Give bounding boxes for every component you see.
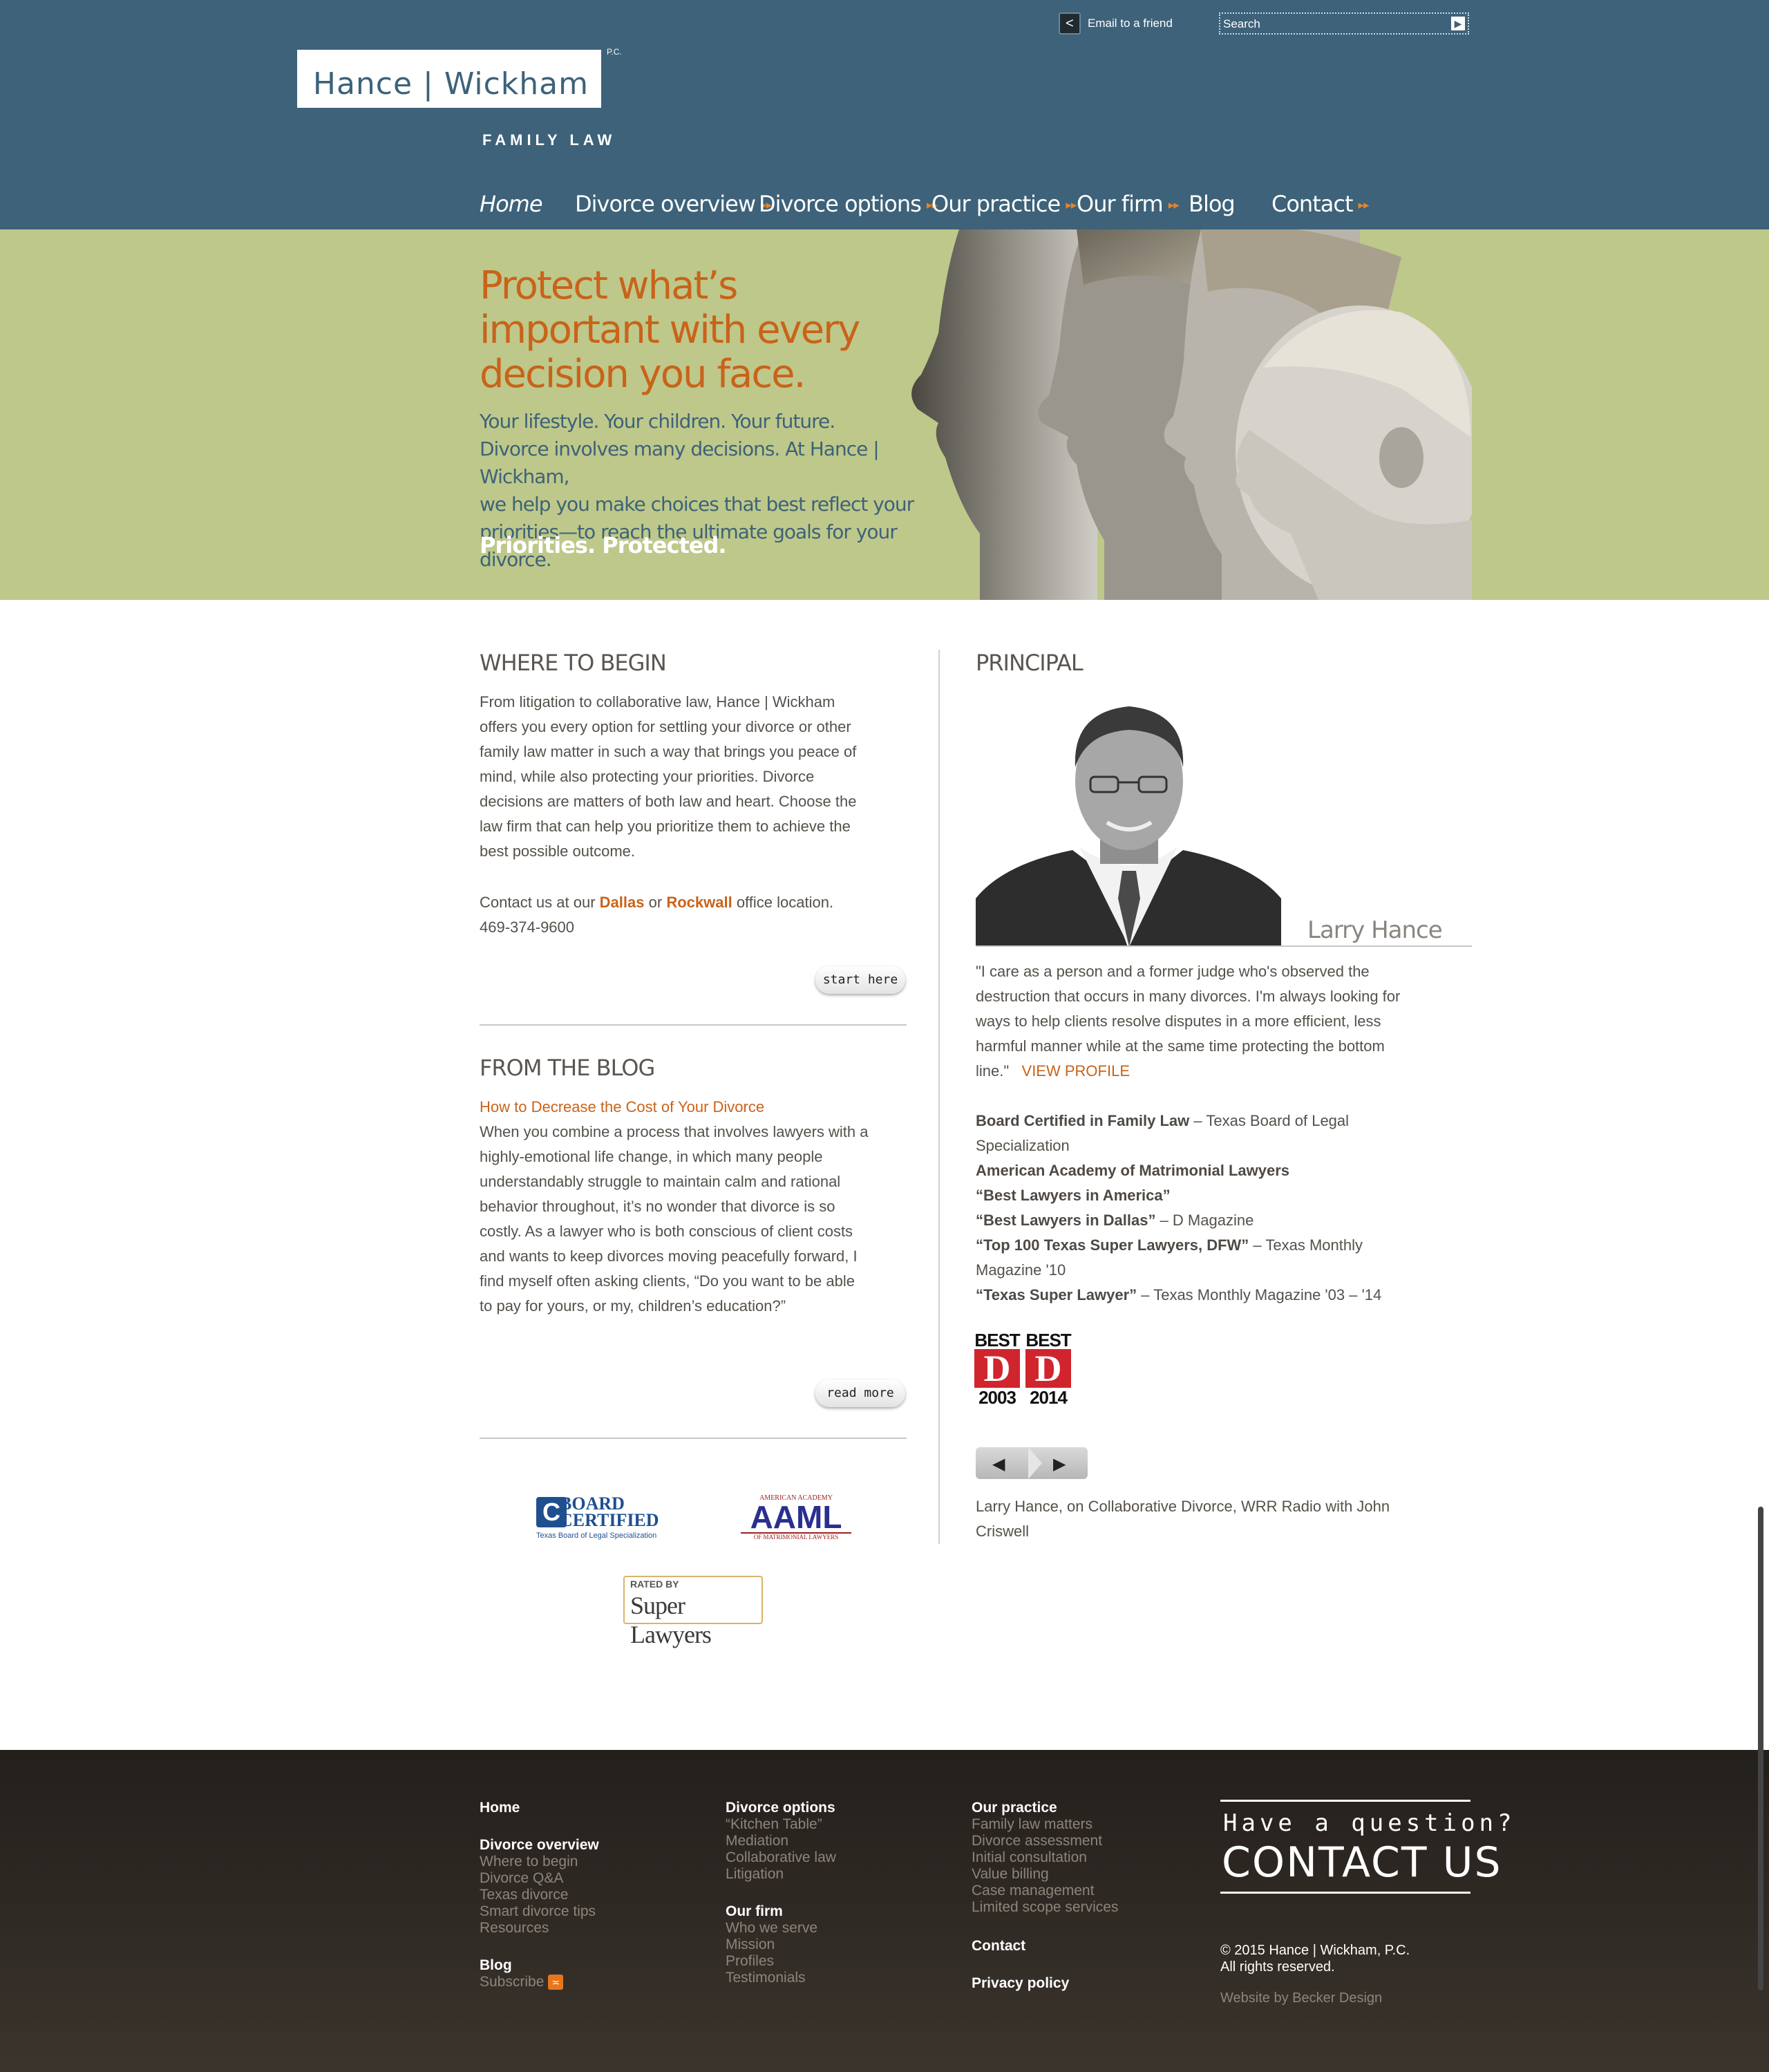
footer-firm-links: Who we serve Mission Profiles Testimonia… [726,1920,818,1986]
credentials-list: Board Certified in Family Law – Texas Bo… [976,1109,1472,1308]
designer-credit-link[interactable]: Website by Becker Design [1220,1990,1382,2006]
contact-locations: Contact us at our Dallas or Rockwall off… [480,890,922,940]
nav-blog[interactable]: Blog [1189,191,1236,217]
principal-quote: "I care as a person and a former judge w… [976,963,1401,1080]
principal-title: PRINCIPAL [976,650,1084,676]
nav-our-practice[interactable]: Our practice ▸▸ [931,191,1077,217]
best-d-award-2003: BEST D 2003 [974,1330,1021,1408]
credential: American Academy of Matrimonial Lawyers [976,1162,1290,1179]
nav-home[interactable]: Home [480,191,542,217]
footer-blog-link[interactable]: Blog [480,1957,512,1974]
credential: “Best Lawyers in America” [976,1187,1171,1204]
divider [480,1438,907,1439]
footer-our-firm-link[interactable]: Our firm [726,1903,783,1920]
nav-divorce-options[interactable]: Divorce options ▸▸ [759,191,938,217]
blog-excerpt: When you combine a process that involves… [480,1123,869,1315]
footer-overview-links: Where to begin Divorce Q&A Texas divorce… [480,1854,596,1936]
column-divider [938,650,940,1544]
dallas-link[interactable]: Dallas [600,894,645,911]
where-to-begin-title: WHERE TO BEGIN [480,650,667,676]
principal-name: Larry Hance [1307,916,1443,944]
footer-divorce-options-link[interactable]: Divorce options [726,1800,835,1816]
footer-our-practice-link[interactable]: Our practice [972,1800,1057,1816]
read-more-button[interactable]: read more [815,1379,905,1407]
logo-subtitle: FAMILY LAW [482,131,616,149]
cta-question: Have a question? [1223,1809,1516,1837]
super-lawyers-badge[interactable]: RATED BY Super Lawyers [623,1576,763,1648]
player-separator [1028,1447,1042,1479]
board-certified-badge[interactable]: C BOARD CERTIFIED Texas Board of Legal S… [536,1494,688,1544]
nav-arrow-icon: ▸▸ [1168,198,1180,212]
logo-pc: P.C. [607,47,622,57]
search-input[interactable] [1223,15,1444,33]
best-d-award-2014: BEST D 2014 [1025,1330,1072,1408]
search-go-icon[interactable]: ▶ [1451,17,1465,30]
credential: “Best Lawyers in Dallas” – D Magazine [976,1212,1254,1229]
footer-options-links: “Kitchen Table” Mediation Collaborative … [726,1816,836,1882]
copyright: © 2015 Hance | Wickham, P.C. All rights … [1220,1943,1410,1975]
footer-subscribe-link[interactable]: Subscribe ≍ [480,1974,564,1990]
nav-divorce-overview[interactable]: Divorce overview ▸▸ [575,191,772,217]
footer-contact-link[interactable]: Contact [972,1938,1025,1955]
logo-name[interactable]: Hance | Wickham [297,66,601,102]
footer-privacy-link[interactable]: Privacy policy [972,1975,1069,1992]
where-to-begin-text: From litigation to collaborative law, Ha… [480,693,857,860]
cta-contact-us[interactable]: CONTACT US [1222,1838,1502,1887]
site-footer [0,1750,1769,2072]
credential: “Top 100 Texas Super Lawyers, DFW” – Tex… [976,1236,1363,1254]
rewind-icon[interactable]: ◀ [992,1454,1005,1474]
from-the-blog-title: FROM THE BLOG [480,1055,655,1081]
footer-practice-links: Family law matters Divorce assessment In… [972,1816,1119,1915]
rss-icon: ≍ [548,1975,564,1990]
media-caption: Larry Hance, on Collaborative Divorce, W… [976,1498,1390,1540]
email-friend-link[interactable]: Email to a friend [1088,17,1173,30]
blog-post-title-link[interactable]: How to Decrease the Cost of Your Divorce [480,1095,764,1120]
start-here-button[interactable]: start here [815,966,905,994]
nav-contact[interactable]: Contact ▸▸ [1271,191,1370,217]
principal-name-underline [976,945,1472,947]
principal-portrait[interactable] [976,691,1281,947]
share-icon[interactable]: < [1059,12,1081,35]
credential: Specialization [976,1137,1070,1154]
rockwall-link[interactable]: Rockwall [666,894,732,911]
divider [480,1024,907,1026]
family-profiles-photo [911,229,1472,600]
aaml-badge[interactable]: AMERICAN ACADEMY AAML OF MATRIMONIAL LAW… [741,1494,851,1544]
audio-player: ◀ ▶ [976,1447,1088,1479]
view-profile-link[interactable]: VIEW PROFILE [1022,1062,1130,1080]
credential: Board Certified in Family Law – Texas Bo… [976,1112,1350,1129]
footer-home-link[interactable]: Home [480,1800,520,1816]
nav-arrow-icon: ▸▸ [1066,198,1077,212]
hero-headline: Protect what’s important with every deci… [480,263,860,397]
hero-tagline: Priorities. Protected. [480,532,726,558]
logo-underline [297,104,601,108]
credential: “Texas Super Lawyer” – Texas Monthly Mag… [976,1286,1382,1303]
credential: Magazine '10 [976,1261,1066,1279]
play-icon[interactable]: ▶ [1053,1454,1066,1474]
nav-our-firm[interactable]: Our firm ▸▸ [1077,191,1180,217]
phone-number: 469-374-9600 [480,919,575,936]
footer-divorce-overview-link[interactable]: Divorce overview [480,1837,599,1854]
scrollbar[interactable] [1758,1507,1763,1990]
nav-arrow-icon: ▸▸ [1358,198,1370,212]
